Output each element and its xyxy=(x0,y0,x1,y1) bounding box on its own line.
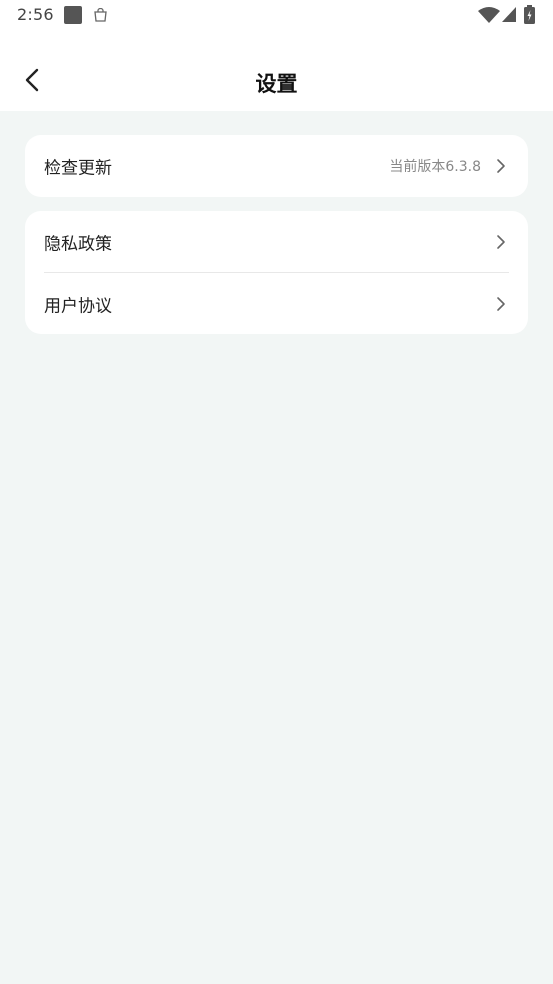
privacy-policy-row[interactable]: 隐私政策 xyxy=(25,211,528,272)
update-card: 检查更新 当前版本6.3.8 xyxy=(25,135,528,197)
user-agreement-row[interactable]: 用户协议 xyxy=(25,273,528,334)
notification-square-icon xyxy=(64,6,82,24)
chevron-right-icon xyxy=(497,159,505,173)
check-update-label: 检查更新 xyxy=(44,158,112,179)
user-agreement-label: 用户协议 xyxy=(44,296,112,316)
shopping-bag-icon xyxy=(94,8,107,22)
wifi-icon xyxy=(478,7,500,23)
current-version-text: 当前版本6.3.8 xyxy=(389,159,481,175)
chevron-right-icon xyxy=(497,296,505,311)
privacy-policy-label: 隐私政策 xyxy=(44,234,112,254)
top-navigation-bar: 设置 xyxy=(0,30,553,111)
status-bar: 2:56 xyxy=(0,0,553,30)
chevron-right-icon xyxy=(497,234,505,249)
signal-icon xyxy=(502,7,516,22)
legal-card: 隐私政策 用户协议 xyxy=(25,211,528,334)
status-time: 2:56 xyxy=(17,5,54,24)
check-update-row[interactable]: 检查更新 当前版本6.3.8 xyxy=(25,135,528,197)
battery-icon xyxy=(524,5,535,24)
page-title: 设置 xyxy=(255,72,298,96)
